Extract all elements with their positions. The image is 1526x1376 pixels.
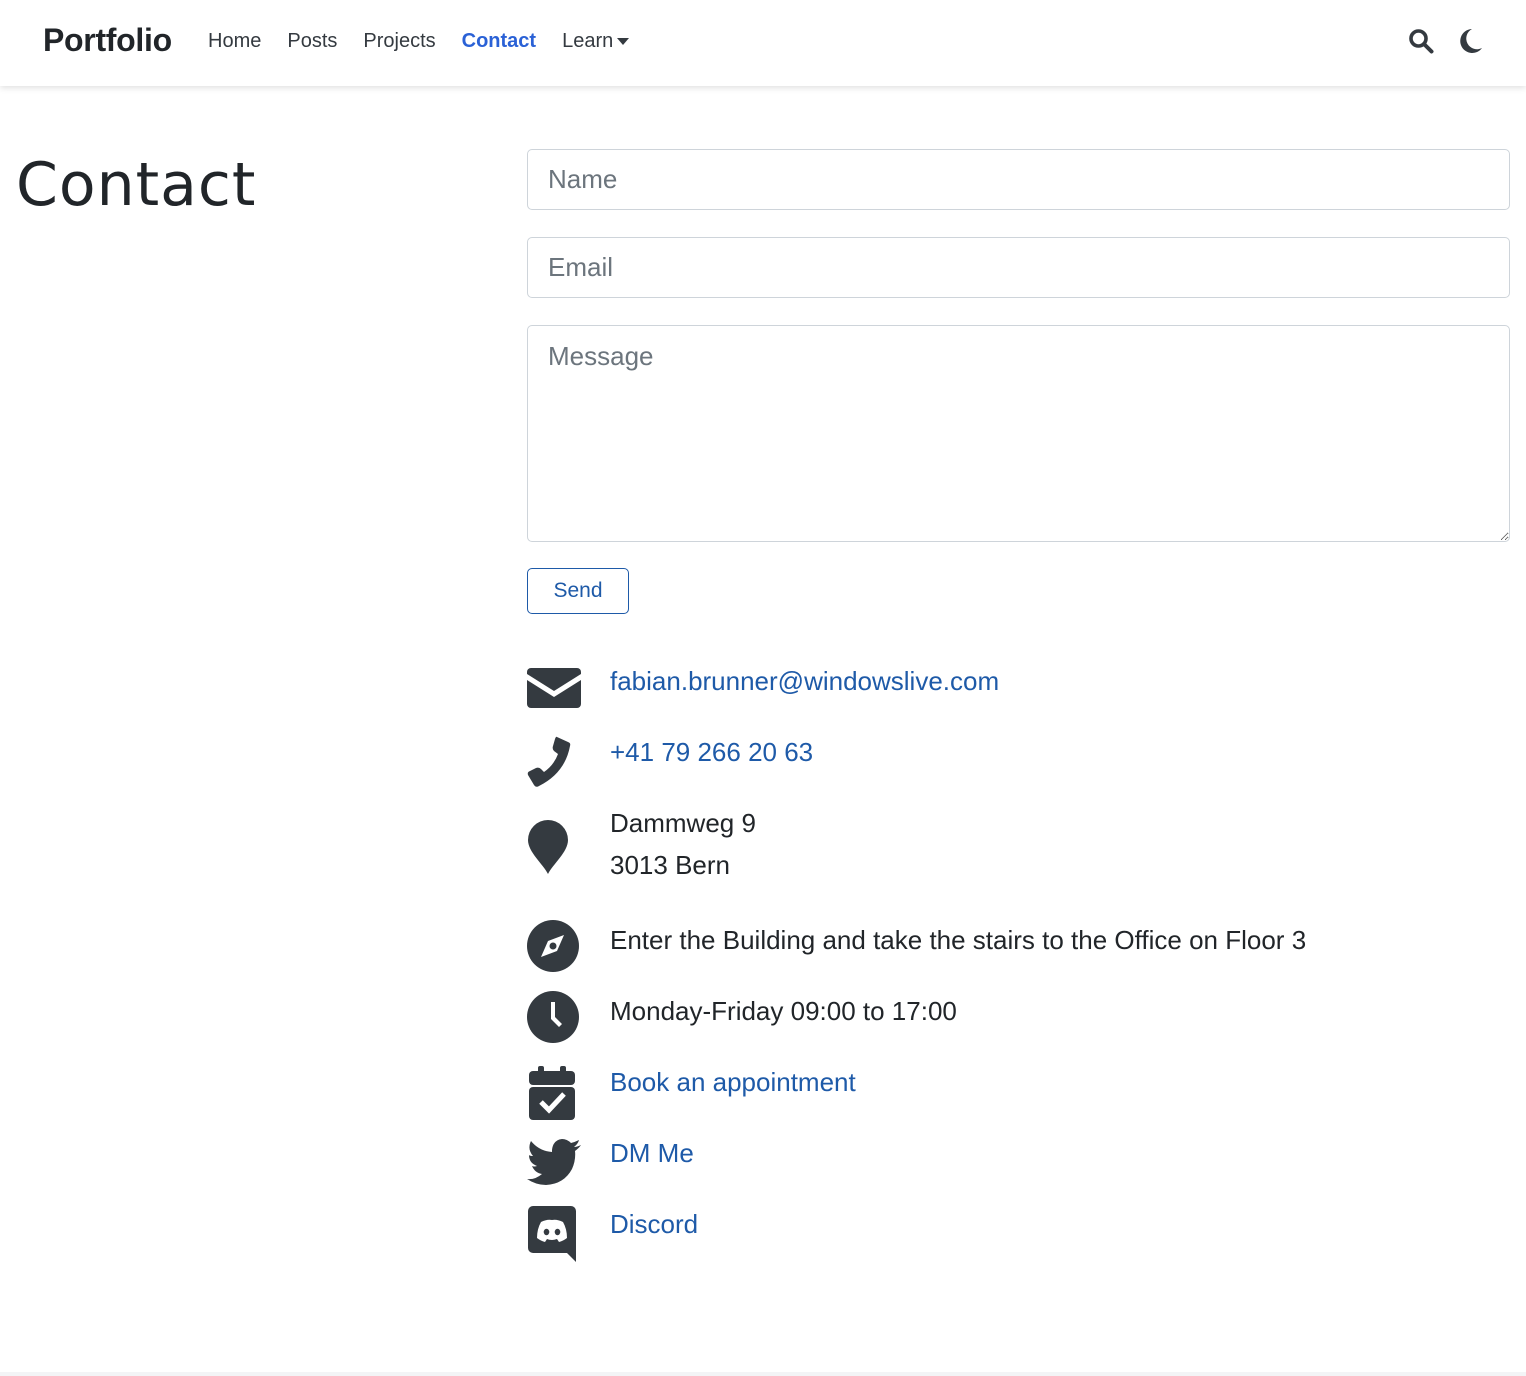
discord-link[interactable]: Discord bbox=[610, 1209, 698, 1239]
nav-learn-dropdown[interactable]: Learn bbox=[562, 28, 630, 54]
contact-twitter-item: DM Me bbox=[527, 1128, 1510, 1185]
email-link[interactable]: fabian.brunner@windowslive.com bbox=[610, 666, 999, 696]
contact-form: Send bbox=[527, 149, 1510, 614]
contact-hours-item: Monday-Friday 09:00 to 17:00 bbox=[527, 986, 1510, 1043]
contact-address-item: Dammweg 9 3013 Bern bbox=[527, 798, 1510, 886]
twitter-link[interactable]: DM Me bbox=[610, 1138, 694, 1168]
contact-appointment-item: Book an appointment bbox=[527, 1057, 1510, 1120]
nav-contact[interactable]: Contact bbox=[462, 28, 536, 54]
message-textarea[interactable] bbox=[527, 325, 1510, 542]
phone-link[interactable]: +41 79 266 20 63 bbox=[610, 737, 813, 767]
email-input[interactable] bbox=[527, 237, 1510, 298]
caret-down-icon bbox=[617, 38, 630, 45]
contact-details: fabian.brunner@windowslive.com +41 79 26… bbox=[527, 656, 1510, 1270]
send-button[interactable]: Send bbox=[527, 568, 629, 614]
address-line2: 3013 Bern bbox=[610, 850, 730, 880]
dark-mode-toggle[interactable] bbox=[1456, 26, 1486, 56]
nav-links: Home Posts Projects Contact Learn bbox=[208, 28, 655, 54]
search-button[interactable] bbox=[1406, 26, 1436, 56]
brand-link[interactable]: Portfolio bbox=[43, 22, 172, 59]
calendar-check-icon bbox=[527, 1057, 583, 1120]
navbar: Portfolio Home Posts Projects Contact Le… bbox=[0, 0, 1526, 86]
footer-divider bbox=[0, 1372, 1526, 1376]
discord-icon bbox=[527, 1199, 583, 1262]
appointment-link[interactable]: Book an appointment bbox=[610, 1067, 856, 1097]
map-pin-icon bbox=[527, 798, 583, 874]
compass-icon bbox=[527, 915, 583, 972]
hours-text: Monday-Friday 09:00 to 17:00 bbox=[610, 996, 957, 1026]
moon-icon bbox=[1460, 29, 1482, 53]
nav-home[interactable]: Home bbox=[208, 28, 261, 54]
contact-phone-item: +41 79 266 20 63 bbox=[527, 727, 1510, 787]
nav-posts[interactable]: Posts bbox=[287, 28, 337, 54]
directions-text: Enter the Building and take the stairs t… bbox=[610, 925, 1307, 955]
envelope-icon bbox=[527, 656, 583, 708]
contact-email-item: fabian.brunner@windowslive.com bbox=[527, 656, 1510, 708]
clock-icon bbox=[527, 986, 583, 1043]
contact-directions-item: Enter the Building and take the stairs t… bbox=[527, 915, 1510, 972]
phone-icon bbox=[527, 727, 583, 787]
contact-discord-item: Discord bbox=[527, 1199, 1510, 1262]
nav-actions bbox=[1406, 26, 1486, 56]
nav-learn-label: Learn bbox=[562, 30, 614, 52]
twitter-icon bbox=[527, 1128, 583, 1185]
address-line1: Dammweg 9 bbox=[610, 808, 756, 838]
nav-projects[interactable]: Projects bbox=[363, 28, 435, 54]
search-icon bbox=[1409, 29, 1434, 54]
page-title: Contact bbox=[16, 150, 257, 220]
name-input[interactable] bbox=[527, 149, 1510, 210]
